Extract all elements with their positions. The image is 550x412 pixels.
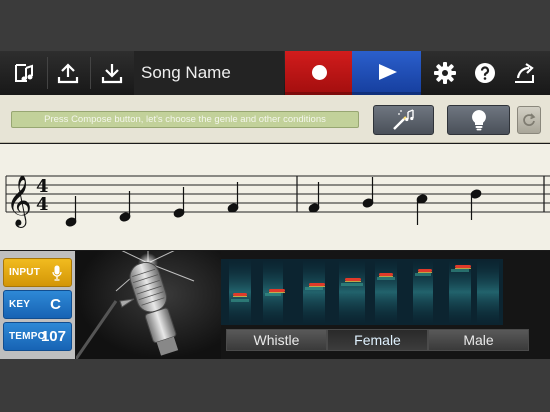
tab-female[interactable]: Female (327, 329, 428, 351)
app-window: Song Name Press Compose button, let's ch… (0, 51, 550, 359)
upload-button[interactable] (48, 51, 88, 95)
key-label: KEY (9, 299, 31, 310)
treble-clef-icon: 𝄞 (6, 175, 32, 228)
download-icon (101, 64, 123, 84)
play-icon (379, 64, 397, 80)
tab-male[interactable]: Male (428, 329, 529, 351)
upload-icon (57, 63, 79, 84)
tab-whistle[interactable]: Whistle (226, 329, 327, 351)
input-panel: INPUT KEY C TEMPO 107 Whistle Female Mal… (0, 241, 550, 359)
magic-wand-music-icon (392, 109, 414, 130)
toolbar: Song Name (0, 51, 550, 95)
svg-text:𝄞: 𝄞 (6, 175, 32, 228)
idea-button[interactable] (447, 105, 510, 135)
input-label: INPUT (9, 267, 40, 278)
share-icon (515, 63, 534, 83)
microphone-icon (52, 265, 62, 281)
spectrogram-display (221, 259, 503, 325)
lightbulb-icon (471, 110, 486, 131)
music-library-button[interactable] (4, 51, 44, 95)
help-icon (475, 63, 495, 83)
settings-side-panel: INPUT KEY C TEMPO 107 (0, 251, 75, 359)
record-icon (312, 65, 327, 80)
record-button[interactable] (285, 51, 352, 95)
share-button[interactable] (505, 51, 543, 95)
download-button[interactable] (92, 51, 132, 95)
key-selector[interactable]: KEY C (3, 290, 72, 319)
tempo-value: 107 (40, 328, 66, 345)
tempo-selector[interactable]: TEMPO 107 (3, 322, 72, 351)
voice-type-tabs: Whistle Female Male (226, 329, 529, 351)
music-staff[interactable]: 𝄞 4 4 (0, 144, 550, 250)
svg-text:4: 4 (36, 194, 49, 215)
time-signature: 4 4 (36, 176, 49, 215)
input-selector[interactable]: INPUT (3, 258, 72, 287)
instruction-message: Press Compose button, let's choose the g… (11, 111, 359, 128)
microphone-illustration (74, 241, 221, 359)
info-strip: Press Compose button, let's choose the g… (0, 95, 550, 143)
refresh-icon (523, 113, 536, 126)
settings-button[interactable] (426, 51, 464, 95)
song-name-field[interactable]: Song Name (134, 51, 284, 95)
refresh-button[interactable] (517, 106, 541, 134)
compose-button[interactable] (373, 105, 434, 135)
music-library-icon (15, 64, 33, 82)
key-value: C (50, 296, 61, 313)
help-button[interactable] (466, 51, 504, 95)
gear-icon (434, 62, 456, 84)
play-button[interactable] (352, 51, 421, 95)
screen-frame: Song Name Press Compose button, let's ch… (0, 0, 550, 412)
